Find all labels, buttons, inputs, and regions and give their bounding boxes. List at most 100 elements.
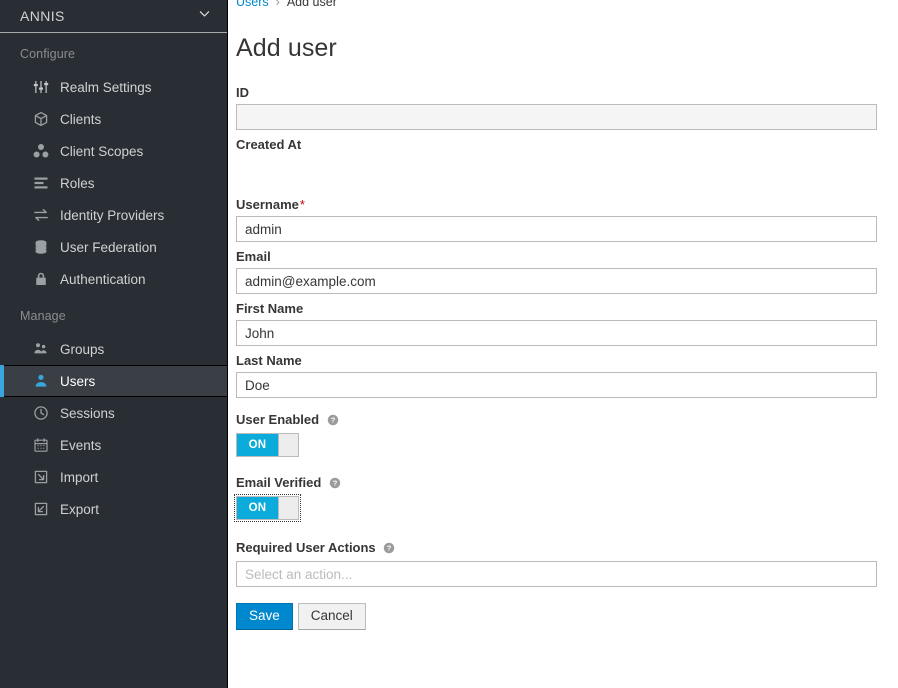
exchange-arrows-icon	[32, 206, 50, 224]
sidebar-item-users[interactable]: Users	[0, 365, 227, 397]
breadcrumb: Users › Add user	[228, 0, 898, 9]
id-input	[236, 104, 877, 130]
user-enabled-label: User Enabled ?	[236, 412, 877, 429]
sidebar-item-export[interactable]: Export	[0, 493, 227, 525]
molecule-icon	[32, 142, 50, 160]
sidebar-item-clients[interactable]: Clients	[0, 103, 227, 135]
sidebar-item-label: Roles	[60, 175, 95, 191]
required-user-actions-label-text: Required User Actions	[236, 540, 376, 555]
keycloak-admin-console: ANNIS Configure Realm Settings Clients C…	[0, 0, 898, 688]
id-label: ID	[236, 85, 249, 100]
svg-text:?: ?	[333, 479, 338, 488]
sidebar-item-user-federation[interactable]: User Federation	[0, 231, 227, 263]
export-arrow-icon	[32, 500, 50, 518]
sidebar-item-import[interactable]: Import	[0, 461, 227, 493]
created-at-label: Created At	[236, 137, 302, 152]
sidebar-item-authentication[interactable]: Authentication	[0, 263, 227, 295]
required-user-actions-label: Required User Actions ?	[236, 540, 877, 557]
username-label-text: Username	[236, 197, 299, 212]
realm-name: ANNIS	[20, 8, 65, 24]
sidebar: ANNIS Configure Realm Settings Clients C…	[0, 0, 228, 688]
sidebar-item-label: Clients	[60, 111, 102, 127]
email-verified-toggle-wrap: ON	[234, 494, 301, 522]
user-enabled-label-text: User Enabled	[236, 412, 320, 427]
nav-section-configure: Configure	[20, 47, 76, 61]
sidebar-item-label: Users	[60, 373, 96, 389]
sidebar-item-label: Sessions	[60, 405, 115, 421]
page-title: Add user	[236, 34, 337, 62]
user-icon	[32, 372, 50, 390]
username-label: Username*	[236, 197, 877, 212]
lock-icon	[32, 270, 50, 288]
sidebar-item-label: Events	[60, 437, 102, 453]
clock-icon	[32, 404, 50, 422]
breadcrumb-separator: ›	[275, 0, 280, 9]
email-verified-label: Email Verified ?	[236, 475, 877, 492]
save-button[interactable]: Save	[236, 603, 293, 631]
first-name-input[interactable]	[236, 320, 877, 346]
calendar-icon	[32, 436, 50, 454]
sidebar-item-events[interactable]: Events	[0, 429, 227, 461]
email-input[interactable]	[236, 268, 877, 294]
sidebar-item-label: Realm Settings	[60, 79, 152, 95]
nav-section-manage: Manage	[20, 309, 66, 323]
sidebar-item-label: Identity Providers	[60, 207, 165, 223]
field-group-email-verified: Email Verified ? ON	[234, 475, 877, 522]
help-circle-icon[interactable]: ?	[383, 542, 395, 557]
sidebar-item-label: Client Scopes	[60, 143, 144, 159]
database-icon	[32, 238, 50, 256]
field-group-required-user-actions: Required User Actions ?	[236, 540, 877, 587]
help-circle-icon[interactable]: ?	[327, 414, 339, 429]
sidebar-item-realm-settings[interactable]: Realm Settings	[0, 71, 227, 103]
field-group-user-enabled: User Enabled ? ON	[236, 412, 877, 457]
sidebar-item-client-scopes[interactable]: Client Scopes	[0, 135, 227, 167]
sidebar-item-label: Groups	[60, 341, 105, 357]
users-group-icon	[32, 340, 50, 358]
field-group-id: ID	[236, 85, 877, 130]
sidebar-item-identity-providers[interactable]: Identity Providers	[0, 199, 227, 231]
created-at-value	[236, 156, 877, 190]
svg-text:?: ?	[387, 544, 392, 553]
email-verified-label-text: Email Verified	[236, 475, 322, 490]
user-enabled-toggle-state: ON	[237, 434, 278, 456]
chevron-down-icon	[198, 7, 211, 25]
form-actions: Save Cancel	[236, 603, 877, 631]
sidebar-item-sessions[interactable]: Sessions	[0, 397, 227, 429]
last-name-input[interactable]	[236, 372, 877, 398]
breadcrumb-link-users[interactable]: Users	[236, 0, 269, 9]
svg-text:?: ?	[330, 416, 335, 425]
user-enabled-toggle-wrap: ON	[236, 433, 877, 457]
user-enabled-toggle[interactable]: ON	[236, 433, 299, 457]
breadcrumb-current: Add user	[286, 0, 337, 9]
cancel-button[interactable]: Cancel	[297, 603, 366, 631]
sliders-icon	[32, 78, 50, 96]
sidebar-item-roles[interactable]: Roles	[0, 167, 227, 199]
email-verified-toggle-state: ON	[237, 497, 278, 519]
required-marker: *	[299, 197, 305, 212]
sidebar-item-groups[interactable]: Groups	[0, 333, 227, 365]
first-name-label: First Name	[236, 301, 304, 316]
username-input[interactable]	[236, 216, 877, 242]
required-user-actions-input[interactable]	[236, 561, 877, 587]
field-group-username: Username*	[236, 197, 877, 242]
import-arrow-icon	[32, 468, 50, 486]
last-name-label: Last Name	[236, 353, 302, 368]
sidebar-item-label: Export	[60, 501, 100, 517]
user-enabled-toggle-knob	[278, 434, 298, 456]
field-group-first-name: First Name	[236, 301, 877, 346]
field-group-email: Email	[236, 249, 877, 294]
field-group-created-at: Created At	[236, 137, 877, 190]
field-group-last-name: Last Name	[236, 353, 877, 398]
main-content: Users › Add user Add user ID Created At Us…	[228, 0, 898, 688]
help-circle-icon[interactable]: ?	[329, 477, 341, 492]
email-verified-toggle[interactable]: ON	[236, 496, 299, 520]
email-verified-toggle-knob	[278, 497, 298, 519]
email-label: Email	[236, 249, 271, 264]
list-bars-icon	[32, 174, 50, 192]
sidebar-item-label: User Federation	[60, 239, 157, 255]
cube-icon	[32, 110, 50, 128]
realm-selector[interactable]: ANNIS	[0, 0, 227, 33]
sidebar-item-label: Authentication	[60, 271, 146, 287]
add-user-form: ID Created At Username* Email	[228, 63, 877, 631]
sidebar-item-label: Import	[60, 469, 99, 485]
